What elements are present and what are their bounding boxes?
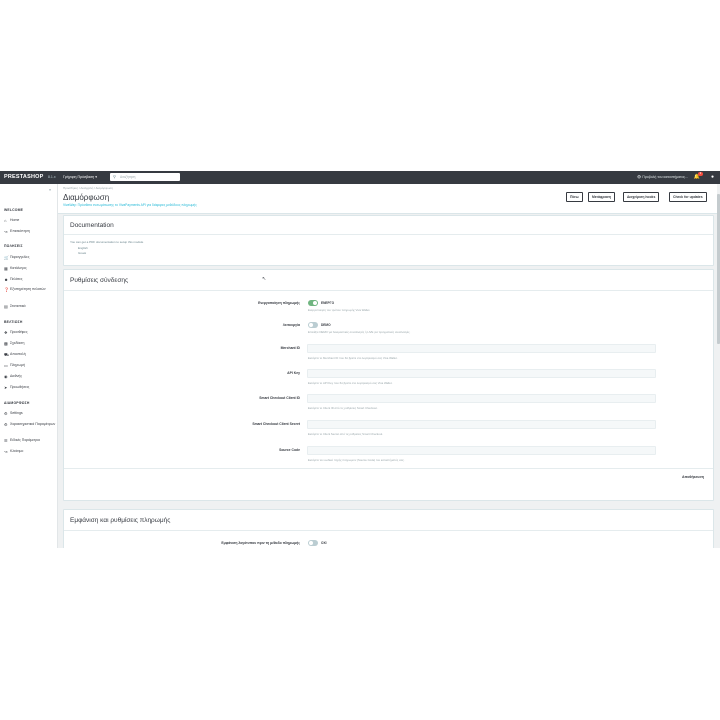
merchant-id-help: Εισάγετε το Merchant ID που θα βρείτε στ… [308, 356, 398, 360]
mode-toggle[interactable] [308, 322, 318, 328]
sidebar-section-sales: ΠΩΛΗΣΕΙΣ [4, 244, 23, 248]
mode-value: DEMO [321, 323, 331, 327]
top-bar: PRESTASHOP 8.1.x Γρήγορη Πρόσβαση ▾ ⚲ Αν… [0, 171, 720, 184]
search-input[interactable]: ⚲ Αναζήτηση [110, 173, 180, 181]
sidebar-item-design[interactable]: ▩ Σχεδίαση [4, 341, 56, 346]
translate-button[interactable]: Μετάφραση [588, 192, 615, 202]
quick-access-menu[interactable]: Γρήγορη Πρόσβαση ▾ [63, 175, 97, 179]
panel-footer-divider [64, 468, 713, 469]
sidebar-item-overview[interactable]: ↝ Επισκόπηση [4, 229, 56, 234]
user-avatar-icon[interactable]: ● [711, 174, 714, 180]
back-button[interactable]: Πίσω [566, 192, 583, 202]
view-shop-link[interactable]: 👁 Προβολή του καταστήματος... [637, 175, 688, 179]
api-key-label: API Key [287, 371, 300, 375]
client-secret-help: Εισάγετε το Client Secret από τις ρυθμίσ… [308, 432, 383, 436]
app-window: PRESTASHOP 8.1.x Γρήγορη Πρόσβαση ▾ ⚲ Αν… [0, 171, 720, 548]
sidebar-item-modules[interactable]: ❖ Προσθήκες [4, 330, 56, 335]
sidebar-item-advanced[interactable]: ☰ Ειδικές Παράμετροι [4, 438, 56, 443]
manage-hooks-button[interactable]: Διαχείριση hooks [623, 192, 660, 202]
breadcrumb[interactable]: Προσθήκες / Ακαγχολή / Διαμόρφωση [63, 186, 113, 190]
panel-divider [64, 290, 713, 291]
merchant-id-input[interactable] [307, 344, 656, 353]
sidebar-item-payment[interactable]: ▭ Πληρωμή [4, 363, 56, 368]
merchant-id-label: Merchant ID [280, 346, 300, 350]
documentation-link-english[interactable]: English [78, 246, 88, 250]
sidebar-item-close[interactable]: ↝ Κλείσιμο [4, 449, 56, 454]
appearance-settings-panel: Εμφάνιση και ρυθμίσεις πληρωμής Εμφάνιση… [63, 509, 714, 548]
view-shop-label: Προβολή του καταστήματος... [642, 175, 688, 179]
check-updates-button[interactable]: Check for updates [669, 192, 707, 202]
search-placeholder: Αναζήτηση [120, 175, 136, 179]
client-secret-input[interactable] [307, 420, 656, 429]
source-code-label: Source Code [279, 448, 300, 452]
sidebar-item-home[interactable]: ⌂ Home [4, 218, 56, 223]
version-label: 8.1.x [48, 175, 56, 179]
sidebar-item-promotions[interactable]: ➤ Προωθήσεις [4, 385, 56, 390]
enable-payment-label: Ενεργοποίηση πληρωμής [258, 301, 300, 305]
enable-payment-value: ΕΝΕΡΓΟ [321, 301, 335, 305]
sidebar-item-customers[interactable]: ☻ Πελάτες [4, 277, 56, 282]
api-key-input[interactable] [307, 369, 656, 378]
documentation-title: Documentation [70, 222, 114, 229]
sidebar-section-welcome: WELCOME [4, 208, 24, 212]
toggle-knob [309, 323, 313, 327]
client-id-input[interactable] [307, 394, 656, 403]
client-secret-label: Smart Checkout Client Secret [252, 422, 300, 426]
sidebar-item-settings[interactable]: ⚙ Settings [4, 411, 56, 416]
save-label: Αποθήκευση [681, 475, 704, 479]
source-code-input[interactable] [307, 446, 656, 455]
page-header: Προσθήκες / Ακαγχολή / Διαμόρφωση Διαμόρ… [58, 184, 720, 214]
appearance-settings-title: Εμφάνιση και ρυθμίσεις πληρωμής [70, 517, 171, 524]
documentation-link-greek[interactable]: Greek [78, 251, 86, 255]
mode-label: Λειτουργία [282, 323, 300, 327]
panel-divider [64, 234, 713, 235]
page-subtitle: VivaWay: Πρόσθετο ενσωμάτωσης το VivaPay… [63, 203, 197, 207]
enable-payment-help: Ενεργοποίηση του τρόπου πληρωμής Viva Wa… [308, 308, 371, 312]
sidebar-item-parameters[interactable]: ⚙ Χαρακτηριστικά Παραμέτρων [4, 422, 56, 427]
show-logo-value: ΟΧΙ [321, 541, 327, 545]
sidebar-item-catalog[interactable]: ▦ Κατάλογος [4, 266, 56, 271]
toggle-knob [313, 301, 317, 305]
sidebar-section-configure: ΔΙΑΜΟΡΦΩΣΗ [4, 401, 30, 405]
save-button[interactable]: Αποθήκευση [678, 472, 707, 482]
enable-payment-toggle[interactable] [308, 300, 318, 306]
panel-divider [64, 530, 713, 531]
sidebar-section-improve: ΒΕΛΤΙΩΣΗ [4, 320, 23, 324]
sidebar-item-international[interactable]: ◉ Διεθνής [4, 374, 56, 379]
search-icon: ⚲ [113, 174, 116, 179]
page-title: Διαμόρφωση [63, 193, 110, 202]
sidebar-item-customer-service[interactable]: ❓ Εξυπηρέτηση πελατών [4, 287, 56, 292]
source-code-help: Εισάγετε τον κωδικό πηγής πληρωμών (Sour… [308, 458, 405, 462]
connection-settings-title: Ρυθμίσεις σύνδεσης [70, 277, 129, 284]
sidebar-item-stats[interactable]: ▤ Στατιστικά [4, 304, 56, 309]
sidebar-item-orders[interactable]: 🛒 Παραγγελίες [4, 255, 56, 260]
notifications-badge: 3 [698, 172, 703, 176]
api-key-help: Εισάγετε το API Key που θα βρείτε στο λο… [308, 381, 393, 385]
mouse-cursor-icon: ↖ [262, 276, 267, 282]
main-content: Προσθήκες / Ακαγχολή / Διαμόρφωση Διαμόρ… [58, 184, 720, 548]
collapse-sidebar-icon[interactable]: « [49, 187, 51, 192]
mode-help: Επιλέξτε DEMO για δοκιμαστικές συναλλαγέ… [308, 330, 411, 334]
toggle-knob [309, 541, 313, 545]
documentation-panel: Documentation You can get a PDF document… [63, 215, 714, 266]
client-id-help: Εισάγετε το Client ID από τις ρυθμίσεις … [308, 406, 378, 410]
documentation-intro: You can get a PDF documentation to setup… [70, 240, 144, 244]
sidebar-item-shipping[interactable]: ⛟ Αποστολή [4, 352, 56, 358]
sidebar: « WELCOME ⌂ Home ↝ Επισκόπηση ΠΩΛΗΣΕΙΣ 🛒 Πα… [0, 184, 58, 548]
show-logo-label: Εμφάνιση λογότυπου πριν τη μέθοδο πληρωμ… [221, 541, 300, 545]
prestashop-logo[interactable]: PRESTASHOP [4, 174, 44, 180]
connection-settings-panel: Ρυθμίσεις σύνδεσης Ενεργοποίηση πληρωμής… [63, 269, 714, 501]
show-logo-toggle[interactable] [308, 540, 318, 546]
client-id-label: Smart Checkout Client ID [259, 396, 300, 400]
